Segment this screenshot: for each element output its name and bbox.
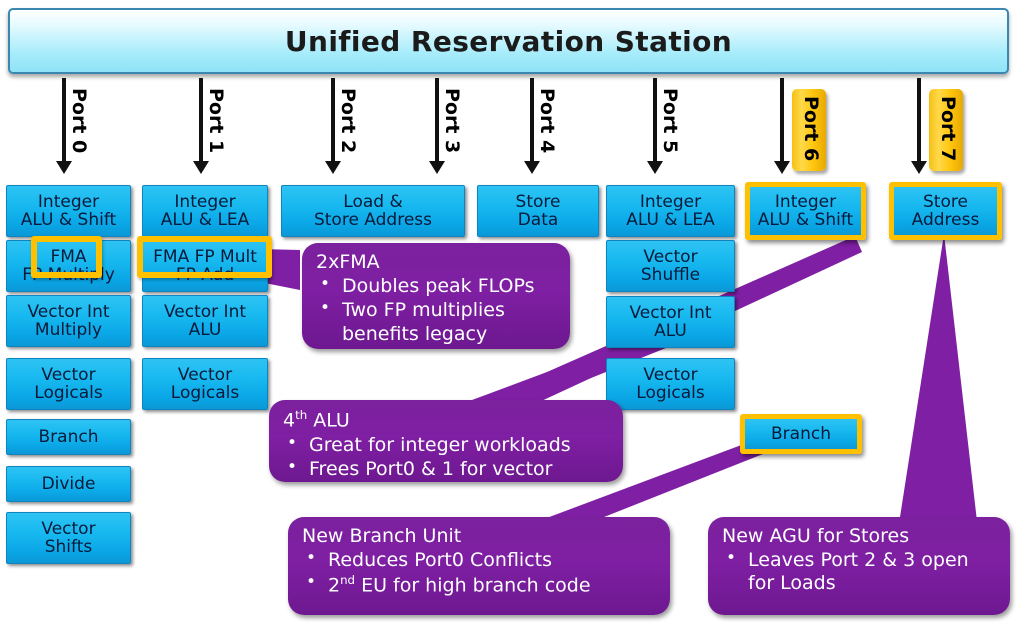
- unit-line: Branch: [771, 423, 831, 444]
- connector-new-agu-spike: [898, 234, 978, 530]
- unit-port0-vector-logicals[interactable]: Vector Logicals: [6, 358, 131, 410]
- unit-line: Vector: [643, 364, 698, 385]
- unit-line: Vector: [41, 364, 96, 385]
- unit-port0-vector-shifts[interactable]: Vector Shifts: [6, 512, 131, 564]
- unit-port1-vector-logicals[interactable]: Vector Logicals: [142, 358, 268, 410]
- unit-line: Logicals: [34, 383, 103, 403]
- unit-line: Vector: [643, 246, 698, 267]
- unit-line: Store: [515, 191, 561, 212]
- unit-port4-store-data[interactable]: Store Data: [477, 185, 599, 237]
- unit-line: Store Address: [313, 210, 433, 230]
- unit-line: ALU & Shift: [20, 210, 117, 230]
- callout-title: 2xFMA: [316, 251, 380, 273]
- unit-line: Divide: [41, 473, 96, 494]
- highlight-frame-fma-port0: [31, 236, 102, 278]
- unit-line: ALU & LEA: [160, 210, 250, 230]
- callout-bullets: Leaves Port 2 & 3 open for Loads: [722, 548, 998, 595]
- unit-port5-vector-shuffle[interactable]: Vector Shuffle: [606, 240, 735, 292]
- unit-port6-branch[interactable]: Branch: [740, 414, 862, 454]
- callout-bullet: Leaves Port 2 & 3 open for Loads: [722, 548, 998, 595]
- unit-line: Logicals: [636, 383, 705, 403]
- unit-line: Shifts: [44, 537, 93, 557]
- unit-line: Vector: [41, 518, 96, 539]
- unit-port23-load-store-address[interactable]: Load & Store Address: [281, 185, 465, 237]
- unit-line: Branch: [38, 426, 99, 447]
- ordinal-suffix: nd: [340, 573, 356, 588]
- callout-bullet: Reduces Port0 Conflicts: [302, 548, 658, 572]
- callout-bullets: Great for integer workloads Frees Port0 …: [283, 432, 611, 481]
- unit-line: ALU & Shift: [757, 210, 854, 230]
- callout-bullet: Frees Port0 & 1 for vector: [283, 457, 611, 481]
- unit-line: ALU: [654, 321, 687, 341]
- unit-line: Integer: [639, 191, 702, 212]
- unit-port7-store-address[interactable]: Store Address: [889, 182, 1002, 240]
- highlight-frame-fma-fp-mult-port1: [137, 236, 272, 278]
- callout-title: New AGU for Stores: [722, 525, 910, 547]
- unit-port5-integer-alu-lea[interactable]: Integer ALU & LEA: [606, 185, 735, 237]
- unit-line: Logicals: [170, 383, 240, 403]
- callout-2xfma: 2xFMA Doubles peak FLOPs Two FP multipli…: [302, 243, 570, 349]
- callout-4th-alu: 4th ALU Great for integer workloads Free…: [269, 400, 623, 482]
- callout-bullet: Two FP multiplies benefits legacy: [316, 298, 558, 345]
- unit-port0-integer-alu-shift[interactable]: Integer ALU & Shift: [6, 185, 131, 237]
- unit-line: ALU & LEA: [626, 210, 715, 230]
- unit-port0-divide[interactable]: Divide: [6, 466, 131, 502]
- unit-line: Multiply: [34, 320, 103, 340]
- callout-bullets: Reduces Port0 Conflicts 2nd EU for high …: [302, 548, 658, 598]
- unit-line: Vector: [177, 364, 233, 385]
- callout-title: 4th ALU: [283, 408, 350, 432]
- unit-port1-vector-int-alu[interactable]: Vector Int ALU: [142, 295, 268, 347]
- callout-title: New Branch Unit: [302, 525, 462, 547]
- unit-line: Shuffle: [640, 265, 701, 285]
- ordinal-suffix: th: [295, 408, 308, 422]
- unit-port6-integer-alu-shift[interactable]: Integer ALU & Shift: [745, 182, 866, 240]
- unit-port0-branch[interactable]: Branch: [6, 419, 131, 455]
- unit-port1-integer-alu-lea[interactable]: Integer ALU & LEA: [142, 185, 268, 237]
- unit-line: Store: [923, 191, 968, 212]
- unit-port5-vector-logicals[interactable]: Vector Logicals: [606, 358, 735, 410]
- callout-new-agu-for-stores: New AGU for Stores Leaves Port 2 & 3 ope…: [708, 517, 1010, 615]
- diagram-canvas: Unified Reservation Station Port 0 Port …: [0, 0, 1023, 623]
- unit-port0-vector-int-multiply[interactable]: Vector Int Multiply: [6, 295, 131, 347]
- unit-line: Load &: [343, 191, 403, 212]
- unit-line: Vector Int: [27, 301, 110, 322]
- callout-new-branch-unit: New Branch Unit Reduces Port0 Conflicts …: [288, 517, 670, 615]
- callout-bullet: 2nd EU for high branch code: [302, 572, 658, 598]
- unit-line: Integer: [37, 191, 100, 212]
- unit-line: ALU: [188, 320, 222, 340]
- unit-line: Vector Int: [629, 302, 712, 323]
- callout-bullet: Great for integer workloads: [283, 432, 611, 457]
- callout-bullet: Doubles peak FLOPs: [316, 274, 558, 298]
- unit-port5-vector-int-alu[interactable]: Vector Int ALU: [606, 296, 735, 348]
- callout-bullets: Doubles peak FLOPs Two FP multiplies ben…: [316, 274, 558, 346]
- unit-line: Vector Int: [163, 301, 247, 322]
- unit-line: Data: [517, 210, 559, 230]
- unit-line: Address: [911, 210, 980, 230]
- unit-line: Integer: [774, 191, 837, 212]
- unit-line: Integer: [174, 191, 236, 212]
